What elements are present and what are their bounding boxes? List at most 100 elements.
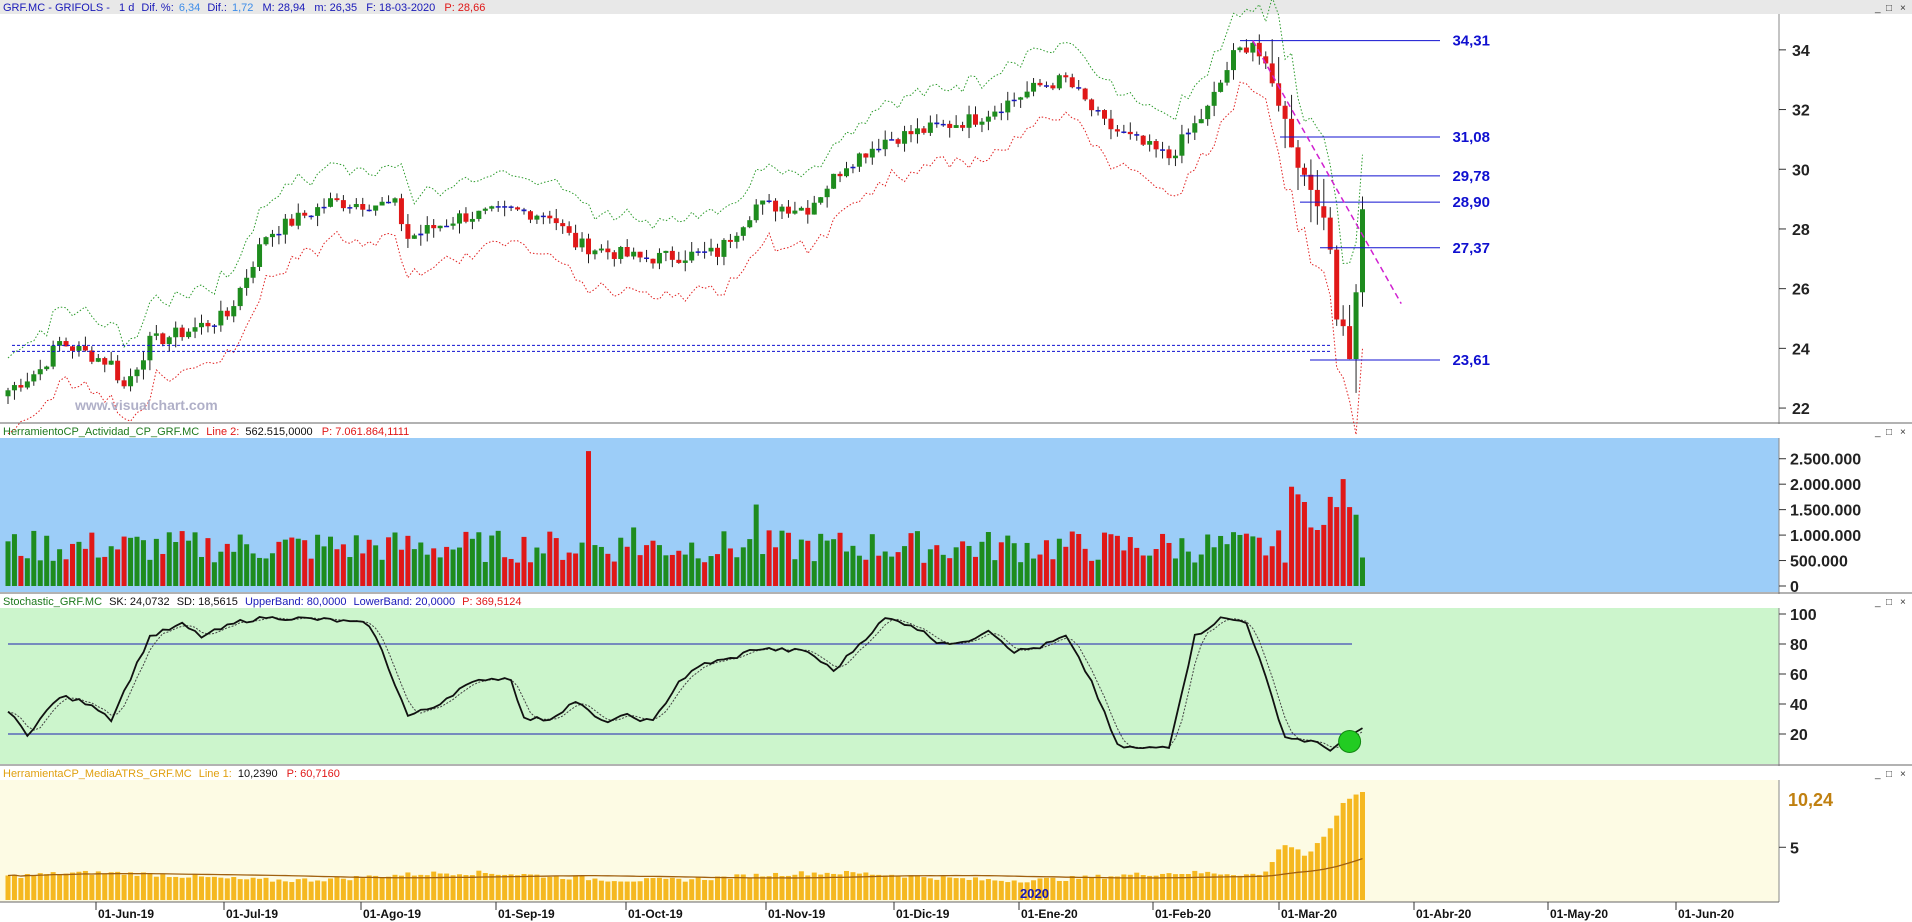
volume-bar xyxy=(50,560,56,586)
volume-bar xyxy=(237,534,243,586)
minimize-button[interactable]: _ xyxy=(1874,427,1881,438)
volume-bar xyxy=(366,539,372,586)
close-button[interactable]: × xyxy=(1900,427,1906,438)
candle-body xyxy=(650,258,656,264)
candle-body xyxy=(985,116,991,122)
volume-axis-label: 500.000 xyxy=(1790,554,1848,571)
atr-bar xyxy=(947,877,953,900)
candle-body xyxy=(998,111,1004,114)
maximize-button[interactable]: □ xyxy=(1886,3,1892,14)
stochastic-axis-label: 60 xyxy=(1790,667,1808,684)
volume-bar xyxy=(902,546,908,586)
volume-bar xyxy=(321,546,327,586)
atr-bar xyxy=(669,877,675,900)
candle-body xyxy=(792,210,798,214)
candle-body xyxy=(515,207,521,210)
atr-line-caption: Line 1: xyxy=(199,768,232,780)
date-axis-label: 01-Sep-19 xyxy=(498,907,555,921)
candle-body xyxy=(166,337,172,345)
atr-bar xyxy=(140,872,146,900)
volume-bar xyxy=(24,558,30,586)
volume-bar xyxy=(140,540,146,586)
atr-bar xyxy=(760,876,766,900)
atr-bar xyxy=(1005,882,1011,900)
candle-body xyxy=(844,168,849,177)
svg-text:Stochastic_GRF.MC SK: 24,0: Stochastic_GRF.MC SK: 24,0732 SD: 18,561… xyxy=(3,596,521,608)
volume-bar xyxy=(1224,544,1230,586)
candle-body xyxy=(276,233,282,236)
date-axis-label: 01-Ago-19 xyxy=(363,907,421,921)
atr-bar xyxy=(1076,878,1082,900)
minimize-button[interactable]: _ xyxy=(1874,3,1881,14)
close-button[interactable]: × xyxy=(1900,3,1906,14)
volume-bar xyxy=(914,531,920,586)
atr-bar xyxy=(540,877,546,900)
candle-body xyxy=(1069,77,1075,88)
candle-body xyxy=(818,197,824,203)
stochastic-sk: SK: 24,0732 xyxy=(109,596,170,608)
close-button[interactable]: × xyxy=(1900,769,1906,780)
volume-bar xyxy=(682,554,688,586)
atr-bar xyxy=(805,875,811,900)
volume-bar xyxy=(1037,554,1043,586)
candle-body xyxy=(708,247,714,252)
volume-bar xyxy=(740,547,746,586)
stochastic-axis-label: 40 xyxy=(1790,697,1808,714)
volume-bar xyxy=(1340,479,1346,586)
atr-bar xyxy=(199,876,204,900)
volume-bar xyxy=(766,530,772,586)
candle-body xyxy=(360,204,366,210)
candle-body xyxy=(1063,75,1069,78)
candle-body xyxy=(269,233,275,238)
candle-body xyxy=(785,206,791,214)
volume-bar xyxy=(869,534,875,586)
volume-bar xyxy=(689,542,695,586)
volume-bar xyxy=(1269,546,1275,586)
candle-body xyxy=(540,215,546,218)
close-button[interactable]: × xyxy=(1900,597,1906,608)
candle-body xyxy=(637,251,643,258)
atr-bar xyxy=(1114,876,1120,900)
candle-body xyxy=(128,376,134,387)
atr-bar xyxy=(1353,794,1359,900)
price-axis-label: 24 xyxy=(1792,341,1810,358)
candle-body xyxy=(31,374,37,382)
atr-bar xyxy=(895,876,901,900)
atr-bar xyxy=(953,878,959,900)
volume-bar xyxy=(340,544,346,586)
atr-bar xyxy=(882,875,888,900)
volume-bar xyxy=(1256,537,1262,586)
window-controls-stochastic: _ □ × xyxy=(1874,597,1906,608)
volume-bar xyxy=(1179,538,1185,586)
atr-line-value: 10,2390 xyxy=(238,768,278,780)
volume-bar xyxy=(18,555,24,586)
stochastic-title: Stochastic_GRF.MC xyxy=(3,596,102,608)
candle-body xyxy=(192,327,198,332)
volume-bar xyxy=(953,547,959,586)
minimize-button[interactable]: _ xyxy=(1874,597,1881,608)
atr-bar xyxy=(360,878,366,900)
volume-bar xyxy=(715,554,720,586)
window-controls-price: _ □ × xyxy=(1874,3,1906,14)
minimize-button[interactable]: _ xyxy=(1874,769,1881,780)
maximize-button[interactable]: □ xyxy=(1886,597,1892,608)
atr-bar xyxy=(889,874,895,900)
volume-bar xyxy=(540,553,546,586)
candle-body xyxy=(18,385,24,388)
atr-bar xyxy=(205,877,211,900)
atr-bar xyxy=(405,872,411,900)
volume-bar xyxy=(405,535,411,586)
candle-body xyxy=(5,390,11,397)
candle-body xyxy=(1308,174,1314,190)
candle-body xyxy=(231,306,237,317)
maximize-button[interactable]: □ xyxy=(1886,769,1892,780)
volume-axis-label: 1.000.000 xyxy=(1790,528,1861,545)
atr-bar xyxy=(1108,876,1114,900)
atr-bar xyxy=(785,875,791,900)
maximize-button[interactable]: □ xyxy=(1886,427,1892,438)
volume-bar xyxy=(482,561,488,586)
volume-bar xyxy=(1172,558,1178,586)
candle-body xyxy=(1147,141,1153,145)
volume-bar xyxy=(1127,537,1133,586)
candle-body xyxy=(940,123,946,126)
